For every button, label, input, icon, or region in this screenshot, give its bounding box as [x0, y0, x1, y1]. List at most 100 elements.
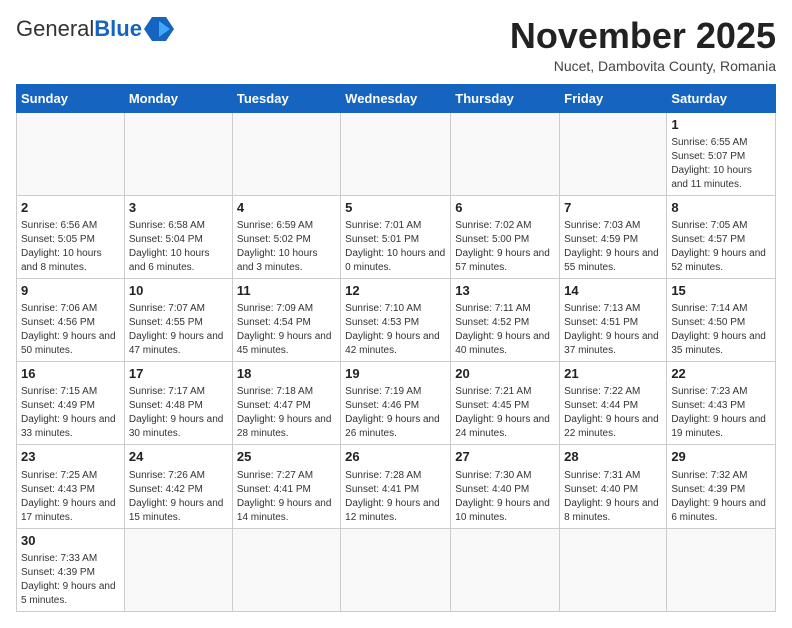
day-number: 9 — [21, 282, 120, 300]
day-number: 4 — [237, 199, 336, 217]
day-info: Daylight: 9 hours and 22 minutes. — [564, 413, 662, 441]
calendar-cell: 14Sunrise: 7:13 AMSunset: 4:51 PMDayligh… — [560, 278, 667, 361]
day-info: Sunrise: 7:33 AM — [21, 552, 120, 566]
calendar-cell: 4 Sunrise: 6:59 AMSunset: 5:02 PMDaylight… — [232, 195, 340, 278]
day-info: Sunrise: 7:26 AM — [129, 469, 228, 483]
day-number: 14 — [564, 282, 662, 300]
day-number: 17 — [129, 365, 228, 383]
calendar-cell: 29Sunrise: 7:32 AMSunset: 4:39 PMDayligh… — [667, 445, 776, 528]
calendar-cell — [560, 528, 667, 611]
day-info: Sunrise: 7:13 AM — [564, 302, 662, 316]
day-info: Sunset: 4:50 PM — [671, 316, 771, 330]
calendar-week-row: 2Sunrise: 6:56 AMSunset: 5:05 PMDaylight… — [17, 195, 776, 278]
day-info: Daylight: 9 hours and 35 minutes. — [671, 330, 771, 358]
calendar-cell: 5Sunrise: 7:01 AMSunset: 5:01 PMDaylight… — [341, 195, 451, 278]
day-number: 24 — [129, 448, 228, 466]
calendar-cell — [667, 528, 776, 611]
day-info: Daylight: 9 hours and 24 minutes. — [455, 413, 555, 441]
calendar-cell: 30 Sunrise: 7:33 AMSunset: 4:39 PMDayligh… — [17, 528, 125, 611]
calendar-cell: 22Sunrise: 7:23 AMSunset: 4:43 PMDayligh… — [667, 362, 776, 445]
day-info: Sunset: 4:39 PM — [671, 483, 771, 497]
month-title: November 2025 — [510, 16, 776, 56]
day-info: Sunrise: 6:59 AM — [237, 219, 336, 233]
calendar-cell: 13Sunrise: 7:11 AMSunset: 4:52 PMDayligh… — [451, 278, 560, 361]
day-info: Sunset: 4:39 PM — [21, 566, 120, 580]
calendar-cell: 6Sunrise: 7:02 AMSunset: 5:00 PMDaylight… — [451, 195, 560, 278]
day-number: 23 — [21, 448, 120, 466]
calendar-cell: 11Sunrise: 7:09 AMSunset: 4:54 PMDayligh… — [232, 278, 340, 361]
day-number: 19 — [345, 365, 446, 383]
day-info: Sunrise: 7:30 AM — [455, 469, 555, 483]
calendar-cell: 21Sunrise: 7:22 AMSunset: 4:44 PMDayligh… — [560, 362, 667, 445]
day-number: 30 — [21, 532, 120, 550]
day-info: Sunset: 4:54 PM — [237, 316, 336, 330]
day-info: Sunrise: 7:02 AM — [455, 219, 555, 233]
weekday-header-tuesday: Tuesday — [232, 84, 340, 112]
day-info: Sunrise: 7:19 AM — [345, 385, 446, 399]
day-info: Daylight: 9 hours and 26 minutes. — [345, 413, 446, 441]
day-info: Daylight: 10 hours and 0 minutes. — [345, 247, 446, 275]
day-info: Sunrise: 7:27 AM — [237, 469, 336, 483]
day-number: 29 — [671, 448, 771, 466]
calendar-cell — [17, 112, 125, 195]
day-number: 25 — [237, 448, 336, 466]
day-info: Sunset: 4:56 PM — [21, 316, 120, 330]
day-info: Daylight: 9 hours and 57 minutes. — [455, 247, 555, 275]
day-info: Daylight: 9 hours and 15 minutes. — [129, 497, 228, 525]
day-info: Sunrise: 7:18 AM — [237, 385, 336, 399]
day-info: Daylight: 9 hours and 14 minutes. — [237, 497, 336, 525]
calendar-cell: 2 Sunrise: 6:56 AMSunset: 5:05 PMDaylight… — [17, 195, 125, 278]
calendar-cell: 8Sunrise: 7:05 AMSunset: 4:57 PMDaylight… — [667, 195, 776, 278]
day-number: 2 — [21, 199, 120, 217]
day-number: 12 — [345, 282, 446, 300]
day-info: Daylight: 9 hours and 12 minutes. — [345, 497, 446, 525]
day-info: Sunset: 4:52 PM — [455, 316, 555, 330]
day-info: Daylight: 10 hours and 11 minutes. — [671, 164, 771, 192]
calendar-week-row: 23Sunrise: 7:25 AMSunset: 4:43 PMDayligh… — [17, 445, 776, 528]
calendar-cell — [341, 112, 451, 195]
day-info: Sunrise: 7:21 AM — [455, 385, 555, 399]
day-info: Sunrise: 7:03 AM — [564, 219, 662, 233]
day-info: Sunrise: 7:28 AM — [345, 469, 446, 483]
day-number: 3 — [129, 199, 228, 217]
day-info: Sunset: 4:43 PM — [671, 399, 771, 413]
day-info: Sunrise: 7:11 AM — [455, 302, 555, 316]
weekday-header-saturday: Saturday — [667, 84, 776, 112]
calendar-cell — [451, 528, 560, 611]
calendar-cell — [341, 528, 451, 611]
day-info: Daylight: 10 hours and 3 minutes. — [237, 247, 336, 275]
day-info: Daylight: 9 hours and 55 minutes. — [564, 247, 662, 275]
day-number: 27 — [455, 448, 555, 466]
calendar-cell: 7Sunrise: 7:03 AMSunset: 4:59 PMDaylight… — [560, 195, 667, 278]
weekday-header-friday: Friday — [560, 84, 667, 112]
calendar-cell — [124, 528, 232, 611]
day-info: Sunset: 4:42 PM — [129, 483, 228, 497]
day-info: Daylight: 9 hours and 37 minutes. — [564, 330, 662, 358]
day-info: Daylight: 10 hours and 8 minutes. — [21, 247, 120, 275]
day-number: 11 — [237, 282, 336, 300]
day-info: Sunrise: 7:05 AM — [671, 219, 771, 233]
day-info: Sunset: 5:07 PM — [671, 150, 771, 164]
day-info: Sunset: 5:05 PM — [21, 233, 120, 247]
page-header: General Blue November 2025 Nucet, Dambov… — [16, 16, 776, 74]
day-number: 21 — [564, 365, 662, 383]
logo-icon — [144, 17, 174, 41]
calendar-cell: 16Sunrise: 7:15 AMSunset: 4:49 PMDayligh… — [17, 362, 125, 445]
day-info: Sunset: 4:48 PM — [129, 399, 228, 413]
day-info: Daylight: 9 hours and 10 minutes. — [455, 497, 555, 525]
calendar-cell: 12Sunrise: 7:10 AMSunset: 4:53 PMDayligh… — [341, 278, 451, 361]
day-info: Sunset: 4:45 PM — [455, 399, 555, 413]
day-number: 1 — [671, 116, 771, 134]
title-area: November 2025 Nucet, Dambovita County, R… — [510, 16, 776, 74]
day-number: 16 — [21, 365, 120, 383]
day-info: Sunset: 5:02 PM — [237, 233, 336, 247]
day-number: 7 — [564, 199, 662, 217]
calendar-cell: 25Sunrise: 7:27 AMSunset: 4:41 PMDayligh… — [232, 445, 340, 528]
day-number: 13 — [455, 282, 555, 300]
day-info: Sunset: 4:55 PM — [129, 316, 228, 330]
calendar-cell — [124, 112, 232, 195]
day-info: Daylight: 9 hours and 5 minutes. — [21, 580, 120, 608]
day-info: Sunrise: 6:56 AM — [21, 219, 120, 233]
day-info: Daylight: 9 hours and 19 minutes. — [671, 413, 771, 441]
calendar-cell: 9Sunrise: 7:06 AMSunset: 4:56 PMDaylight… — [17, 278, 125, 361]
